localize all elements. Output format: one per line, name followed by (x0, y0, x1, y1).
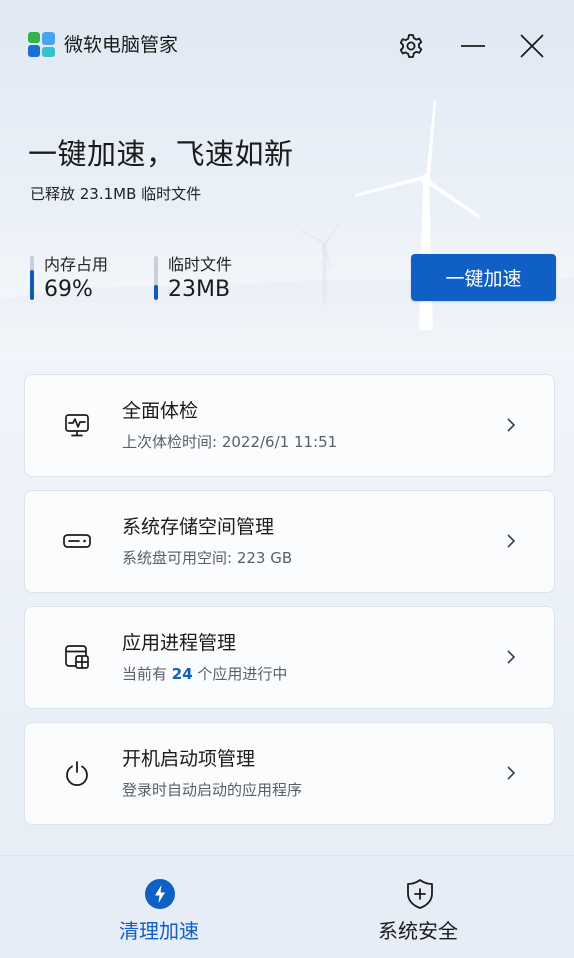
card-title: 开机启动项管理 (122, 748, 256, 770)
nav-label: 系统安全 (378, 919, 458, 943)
nav-label: 清理加速 (119, 919, 199, 943)
nav-tab-clean-boost[interactable]: 清理加速 (16, 856, 272, 958)
hero-title: 一键加速，飞速如新 (28, 137, 294, 171)
gear-icon (399, 34, 423, 58)
power-icon (61, 757, 93, 789)
memory-usage-bar (30, 256, 34, 300)
temp-files-value: 23MB (168, 277, 231, 302)
card-title: 全面体检 (122, 400, 199, 422)
card-subtitle: 登录时自动启动的应用程序 (122, 781, 303, 799)
memory-usage-bar-fill (30, 269, 34, 300)
startup-apps-card[interactable]: 开机启动项管理 登录时自动启动的应用程序 (24, 722, 555, 825)
close-button[interactable] (512, 26, 552, 66)
nav-tab-system-security[interactable]: 系统安全 (290, 856, 550, 958)
subtitle-suffix: 个应用进行中 (192, 665, 288, 683)
storage-management-card[interactable]: 系统存储空间管理 系统盘可用空间: 223 GB (24, 490, 555, 593)
chevron-right-icon (504, 415, 518, 435)
card-subtitle: 上次体检时间: 2022/6/1 11:51 (122, 433, 338, 451)
lightning-icon (144, 878, 176, 910)
app-logo-icon (28, 32, 55, 57)
title-bar: 微软电脑管家 (0, 0, 574, 90)
memory-usage-label: 内存占用 (44, 255, 109, 274)
subtitle-prefix: 当前有 (122, 665, 172, 683)
close-icon (520, 34, 544, 58)
minimize-icon (461, 45, 485, 47)
card-title: 应用进程管理 (122, 632, 237, 654)
app-process-icon (61, 641, 93, 673)
card-subtitle: 系统盘可用空间: 223 GB (122, 549, 293, 567)
card-subtitle: 当前有 24 个应用进行中 (122, 663, 287, 685)
chevron-right-icon (504, 531, 518, 551)
monitor-health-icon (61, 409, 93, 441)
running-app-count: 24 (171, 665, 193, 683)
chevron-right-icon (504, 647, 518, 667)
temp-files-bar-fill (154, 284, 158, 300)
app-title: 微软电脑管家 (64, 34, 179, 56)
bottom-navigation: 清理加速 系统安全 (0, 855, 574, 958)
settings-button[interactable] (391, 26, 431, 66)
temp-files-bar (154, 256, 158, 300)
temp-files-label: 临时文件 (168, 255, 233, 274)
card-title: 系统存储空间管理 (122, 516, 275, 538)
full-checkup-card[interactable]: 全面体检 上次体检时间: 2022/6/1 11:51 (24, 374, 555, 477)
minimize-button[interactable] (453, 26, 493, 66)
app-window: 微软电脑管家 一键加速，飞速如新 已释放 23.1MB 临时文件 内存占用 69… (0, 0, 574, 958)
storage-drive-icon (61, 525, 93, 557)
hero-subtitle: 已释放 23.1MB 临时文件 (30, 185, 202, 203)
memory-usage-value: 69% (44, 277, 93, 302)
shield-plus-icon (404, 878, 436, 910)
chevron-right-icon (504, 763, 518, 783)
app-process-card[interactable]: 应用进程管理 当前有 24 个应用进行中 (24, 606, 555, 709)
boost-button[interactable]: 一键加速 (411, 254, 556, 301)
